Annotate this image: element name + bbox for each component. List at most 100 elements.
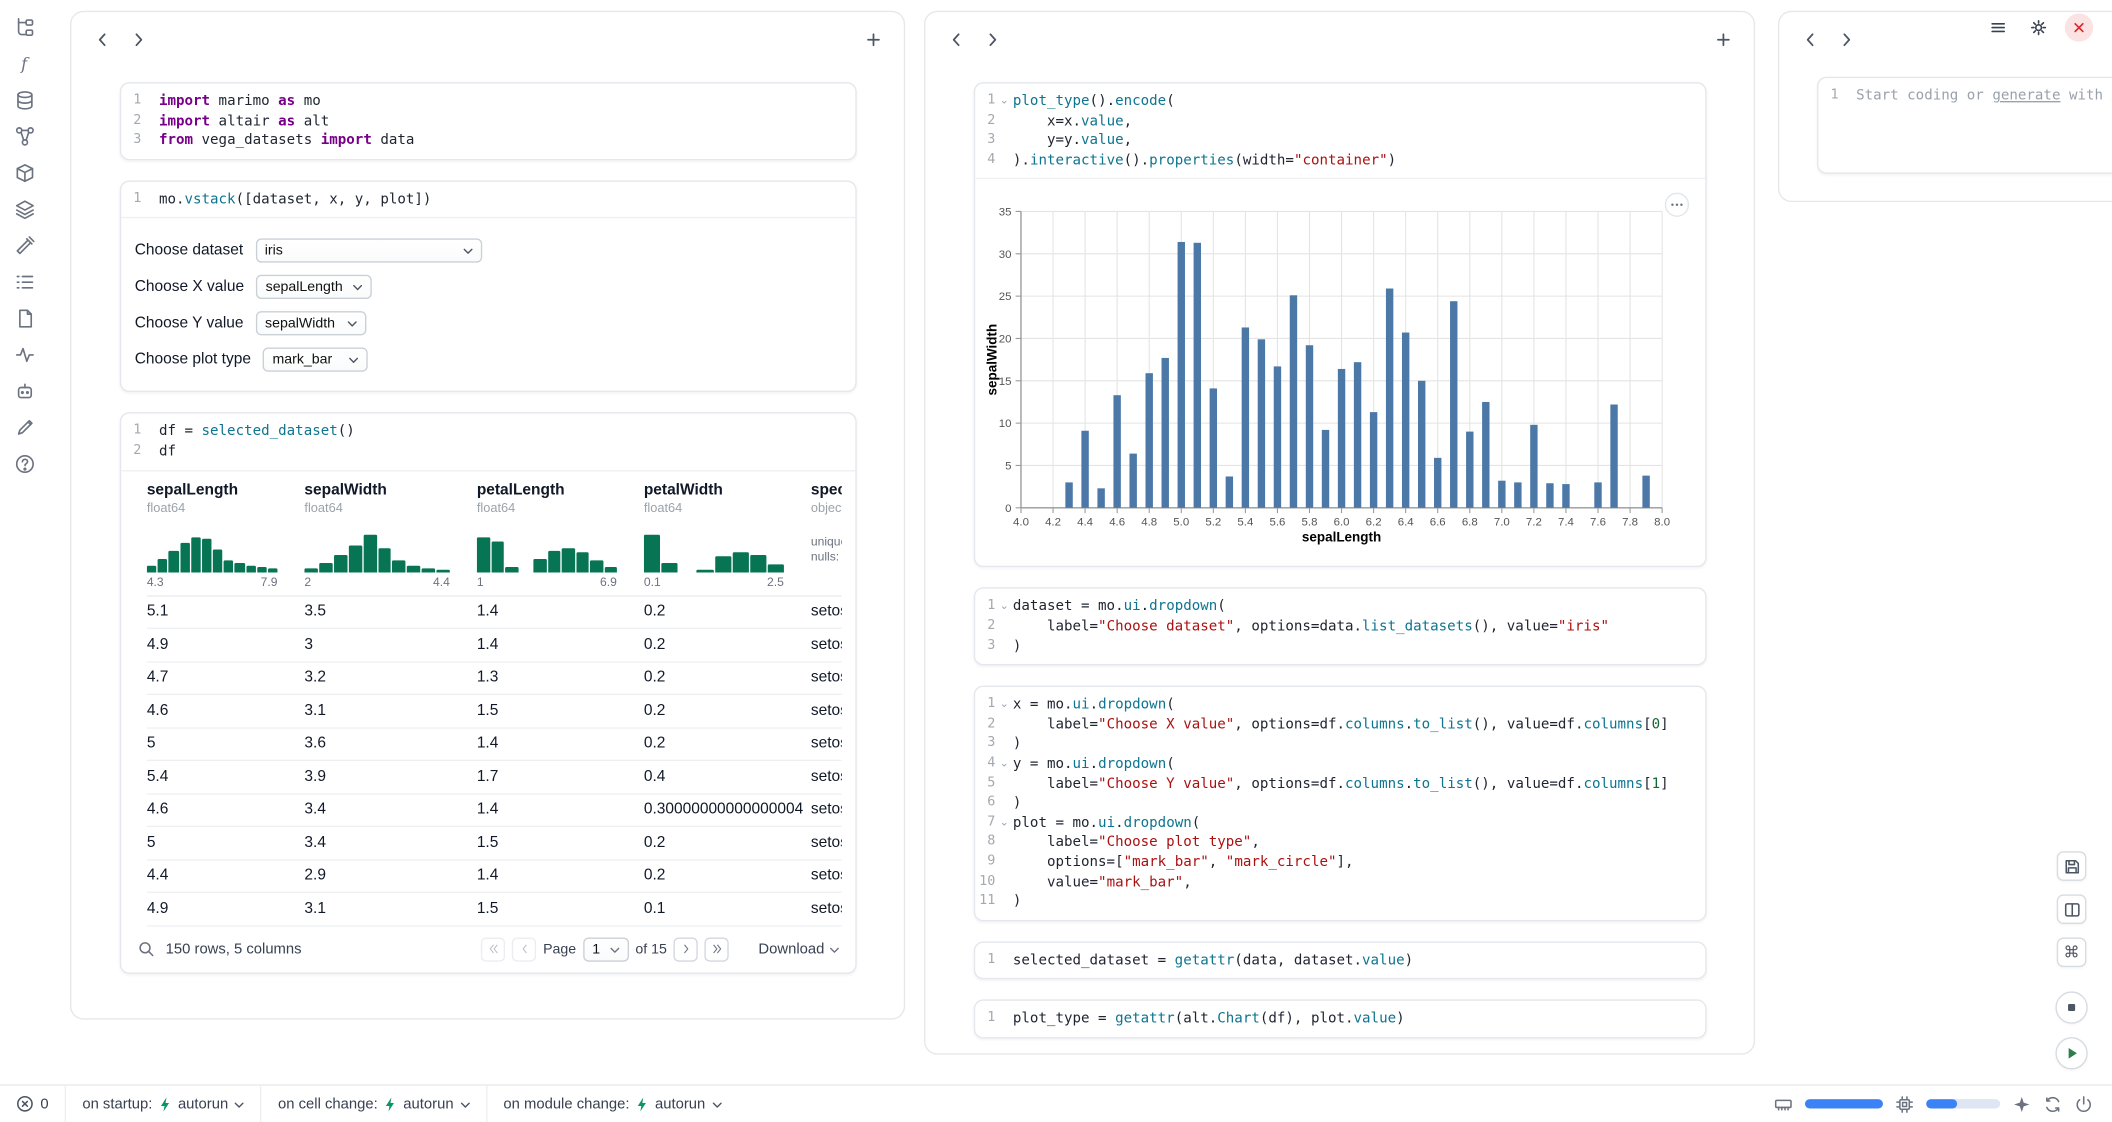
memory-icon xyxy=(1774,1094,1793,1113)
svg-text:7.2: 7.2 xyxy=(1526,517,1542,529)
error-count-button[interactable]: 0 xyxy=(0,1086,65,1122)
histogram-bar xyxy=(533,558,546,571)
table-row[interactable]: 4.73.21.30.2setosa xyxy=(147,662,842,695)
table-cell: 0.2 xyxy=(644,637,811,653)
documentation-icon[interactable] xyxy=(12,307,36,329)
fold-chevron-icon[interactable]: ⌄ xyxy=(995,597,1013,617)
menu-icon[interactable] xyxy=(1984,13,2012,41)
move-column-left-button[interactable] xyxy=(88,24,118,54)
layout-grid-icon[interactable] xyxy=(2057,894,2087,924)
packages-icon[interactable] xyxy=(12,162,36,184)
column-histogram xyxy=(147,526,278,572)
move-column-right-button[interactable] xyxy=(1830,24,1860,54)
table-cell: setosa xyxy=(811,868,842,884)
fold-chevron-icon[interactable]: ⌄ xyxy=(995,813,1013,833)
chart-options-button[interactable] xyxy=(1665,193,1689,217)
column-header xyxy=(71,12,903,66)
table-cell: 5 xyxy=(147,736,305,752)
stop-kernel-button[interactable] xyxy=(2055,991,2087,1023)
code-editor[interactable]: 1 Start coding or generate with AI xyxy=(1818,78,2112,160)
table-row[interactable]: 5.43.91.70.4setosa xyxy=(147,761,842,794)
move-column-right-button[interactable] xyxy=(977,24,1007,54)
generate-ai-link[interactable]: generate xyxy=(1992,88,2060,104)
cell-placeholder[interactable]: Start coding or generate with AI xyxy=(1856,86,2112,106)
marimo-file-icon[interactable]: f xyxy=(12,53,36,75)
code-editor[interactable]: 1plot_type = getattr(alt.Chart(df), plot… xyxy=(975,1001,1705,1037)
run-all-button[interactable] xyxy=(2055,1037,2087,1069)
dataset-select[interactable]: iris xyxy=(255,238,481,262)
ai-chat-icon[interactable] xyxy=(12,380,36,402)
save-icon[interactable] xyxy=(2057,851,2087,881)
x-value-select[interactable]: sepalLength xyxy=(256,275,372,299)
table-row[interactable]: 53.61.40.2setosa xyxy=(147,728,842,761)
search-icon[interactable] xyxy=(137,940,155,958)
table-cell: 1.5 xyxy=(477,703,644,719)
code-editor[interactable]: 1⌄x = mo.ui.dropdown(2 label="Choose X v… xyxy=(975,687,1705,919)
code-editor[interactable]: 1mo.vstack([dataset, x, y, plot]) xyxy=(121,182,855,218)
add-cell-button[interactable] xyxy=(858,24,888,54)
plot-type-select[interactable]: mark_bar xyxy=(263,347,368,371)
code-line: 1df = selected_dataset() xyxy=(121,422,855,442)
data-sources-icon[interactable] xyxy=(12,89,36,111)
code-editor[interactable]: 1import marimo as mo2import altair as al… xyxy=(121,84,855,159)
sparkle-icon[interactable] xyxy=(2012,1094,2031,1113)
left-rail: f xyxy=(0,0,48,474)
code-editor[interactable]: 1df = selected_dataset()2df xyxy=(121,414,855,469)
dependency-graph-icon[interactable] xyxy=(12,125,36,147)
table-column-header[interactable]: species object uniquenulls: xyxy=(811,482,842,590)
close-icon[interactable] xyxy=(2065,13,2093,41)
scratchpad-icon[interactable] xyxy=(12,416,36,438)
page-select[interactable]: 1 xyxy=(583,937,629,961)
sync-icon[interactable] xyxy=(2043,1094,2062,1113)
download-button[interactable]: Download xyxy=(758,941,839,957)
code-editor[interactable]: 1selected_dataset = getattr(data, datase… xyxy=(975,942,1705,978)
table-row[interactable]: 4.93.11.50.1setosa xyxy=(147,893,842,926)
altair-chart[interactable]: 4.04.24.44.64.85.05.25.45.65.86.06.26.46… xyxy=(981,196,1681,549)
fold-chevron-icon[interactable]: ⌄ xyxy=(995,695,1013,715)
svg-text:6.8: 6.8 xyxy=(1462,517,1478,529)
table-row[interactable]: 4.42.91.40.2setosa xyxy=(147,860,842,893)
y-value-select[interactable]: sepalWidth xyxy=(256,311,366,335)
table-row[interactable]: 53.41.50.2setosa xyxy=(147,827,842,860)
previous-page-button[interactable] xyxy=(512,937,536,961)
code-editor[interactable]: 1⌄dataset = mo.ui.dropdown(2 label="Choo… xyxy=(975,589,1705,664)
move-column-right-button[interactable] xyxy=(123,24,153,54)
add-cell-button[interactable] xyxy=(1708,24,1738,54)
layers-icon[interactable] xyxy=(12,198,36,220)
table-column-header[interactable]: petalWidth float64 0.12.5 xyxy=(644,482,811,590)
histogram-bar xyxy=(491,541,504,572)
table-cell: setosa xyxy=(811,637,842,653)
table-row[interactable]: 4.931.40.2setosa xyxy=(147,629,842,662)
histogram-bar xyxy=(715,556,731,572)
tracing-icon[interactable] xyxy=(12,343,36,365)
gear-icon[interactable] xyxy=(2024,13,2052,41)
on-module-change-setting[interactable]: on module change: autorun xyxy=(486,1086,738,1122)
keyboard-shortcuts-button[interactable]: ⌘ xyxy=(2057,937,2087,967)
page-label: Page xyxy=(543,941,576,957)
table-cell: 3.4 xyxy=(304,802,476,818)
table-column-header[interactable]: petalLength float64 16.9 xyxy=(477,482,644,590)
fold-chevron-icon[interactable]: ⌄ xyxy=(995,754,1013,774)
page-total-label: of 15 xyxy=(635,941,666,957)
table-cell: 0.1 xyxy=(644,901,811,917)
help-icon[interactable] xyxy=(12,453,36,475)
on-cell-change-setting[interactable]: on cell change: autorun xyxy=(261,1086,486,1122)
power-icon[interactable] xyxy=(2074,1094,2093,1113)
fold-chevron-icon[interactable]: ⌄ xyxy=(995,92,1013,112)
table-row[interactable]: 4.63.11.50.2setosa xyxy=(147,695,842,728)
move-column-left-button[interactable] xyxy=(942,24,972,54)
table-row[interactable]: 5.13.51.40.2setosa xyxy=(147,596,842,629)
outline-icon[interactable] xyxy=(12,271,36,293)
chevron-down-icon xyxy=(830,941,839,957)
move-column-left-button[interactable] xyxy=(1795,24,1825,54)
tools-icon[interactable] xyxy=(12,234,36,256)
files-icon[interactable] xyxy=(12,16,36,38)
on-startup-setting[interactable]: on startup: autorun xyxy=(65,1086,261,1122)
last-page-button[interactable] xyxy=(705,937,729,961)
code-editor[interactable]: 1⌄plot_type().encode(2 x=x.value,3 y=y.v… xyxy=(975,84,1705,179)
table-column-header[interactable]: sepalWidth float64 24.4 xyxy=(304,482,476,590)
next-page-button[interactable] xyxy=(674,937,698,961)
table-column-header[interactable]: sepalLength float64 4.37.9 xyxy=(147,482,305,590)
table-row[interactable]: 4.63.41.40.30000000000000004setosa xyxy=(147,794,842,827)
first-page-button[interactable] xyxy=(481,937,505,961)
